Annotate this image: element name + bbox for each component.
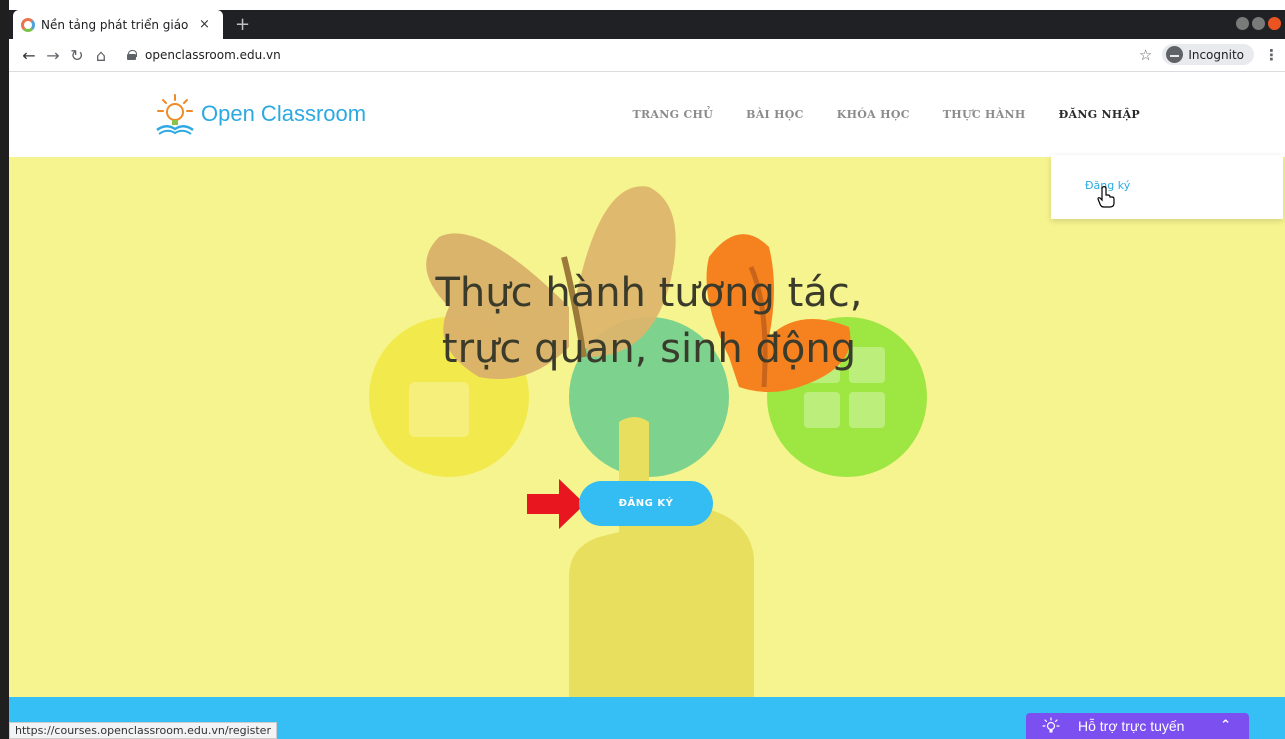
minimize-icon[interactable]	[1236, 17, 1249, 30]
support-label: Hỗ trợ trực tuyến	[1078, 718, 1185, 734]
home-icon[interactable]: ⌂	[89, 46, 113, 65]
close-window-icon[interactable]	[1268, 17, 1281, 30]
window-frame	[0, 0, 9, 739]
status-bar-url: https://courses.openclassroom.edu.vn/reg…	[9, 722, 277, 739]
hero-title-line1: Thực hành tương tác,	[435, 270, 863, 316]
kebab-menu-icon[interactable]: ⋮	[1264, 46, 1279, 64]
lock-icon[interactable]	[127, 50, 137, 60]
new-tab-button[interactable]: +	[235, 14, 250, 35]
logo-text: Open Classroom	[201, 101, 367, 126]
online-support-widget[interactable]: Hỗ trợ trực tuyến ⌃	[1026, 713, 1249, 739]
lightbulb-support-icon	[1042, 717, 1060, 733]
window-controls	[1236, 17, 1281, 30]
hero-illustration	[369, 186, 927, 697]
hero-title: Thực hành tương tác, trực quan, sinh độn…	[339, 265, 959, 377]
maximize-icon[interactable]	[1252, 17, 1265, 30]
nav-link-lessons[interactable]: BÀI HỌC	[746, 108, 804, 121]
hero-section: Thực hành tương tác, trực quan, sinh độn…	[9, 157, 1285, 697]
main-nav: TRANG CHỦ BÀI HỌC KHÓA HỌC THỰC HÀNH ĐĂN…	[633, 108, 1141, 121]
nav-link-home[interactable]: TRANG CHỦ	[633, 108, 714, 121]
incognito-badge[interactable]: Incognito	[1162, 44, 1254, 65]
tab-title: Nền tảng phát triển giáo	[41, 17, 189, 32]
hero-title-line2: trực quan, sinh động	[441, 326, 857, 372]
hand-cursor-icon	[1097, 186, 1115, 208]
nav-link-courses[interactable]: KHÓA HỌC	[837, 108, 910, 121]
tab-strip: Nền tảng phát triển giáo × +	[9, 10, 1285, 39]
site-header: Open Classroom TRANG CHỦ BÀI HỌC KHÓA HỌ…	[9, 72, 1285, 157]
address-bar[interactable]: openclassroom.edu.vn	[127, 48, 281, 62]
red-arrow-icon	[527, 479, 585, 529]
url-text[interactable]: openclassroom.edu.vn	[145, 48, 281, 62]
bookmark-star-icon[interactable]: ☆	[1139, 46, 1152, 64]
incognito-label: Incognito	[1188, 47, 1244, 62]
nav-link-login[interactable]: ĐĂNG NHẬP	[1059, 108, 1140, 121]
site-logo[interactable]: Open Classroom	[153, 92, 366, 136]
back-icon[interactable]: ←	[17, 46, 41, 65]
browser-tab[interactable]: Nền tảng phát triển giáo ×	[13, 10, 223, 39]
forward-icon[interactable]: →	[41, 46, 65, 65]
lightbulb-logo-icon	[156, 94, 194, 135]
login-dropdown: Đăng ký	[1051, 155, 1283, 219]
incognito-icon	[1166, 46, 1184, 63]
reload-icon[interactable]: ↻	[65, 46, 89, 65]
favicon-icon	[21, 17, 35, 32]
tab-close-icon[interactable]: ×	[199, 17, 210, 32]
chevron-up-icon[interactable]: ⌃	[1220, 718, 1231, 733]
browser-toolbar: ← → ↻ ⌂ openclassroom.edu.vn ☆ Incognito…	[9, 39, 1285, 72]
register-cta-button[interactable]: ĐĂNG KÝ	[579, 481, 713, 526]
nav-link-practice[interactable]: THỰC HÀNH	[943, 108, 1026, 121]
